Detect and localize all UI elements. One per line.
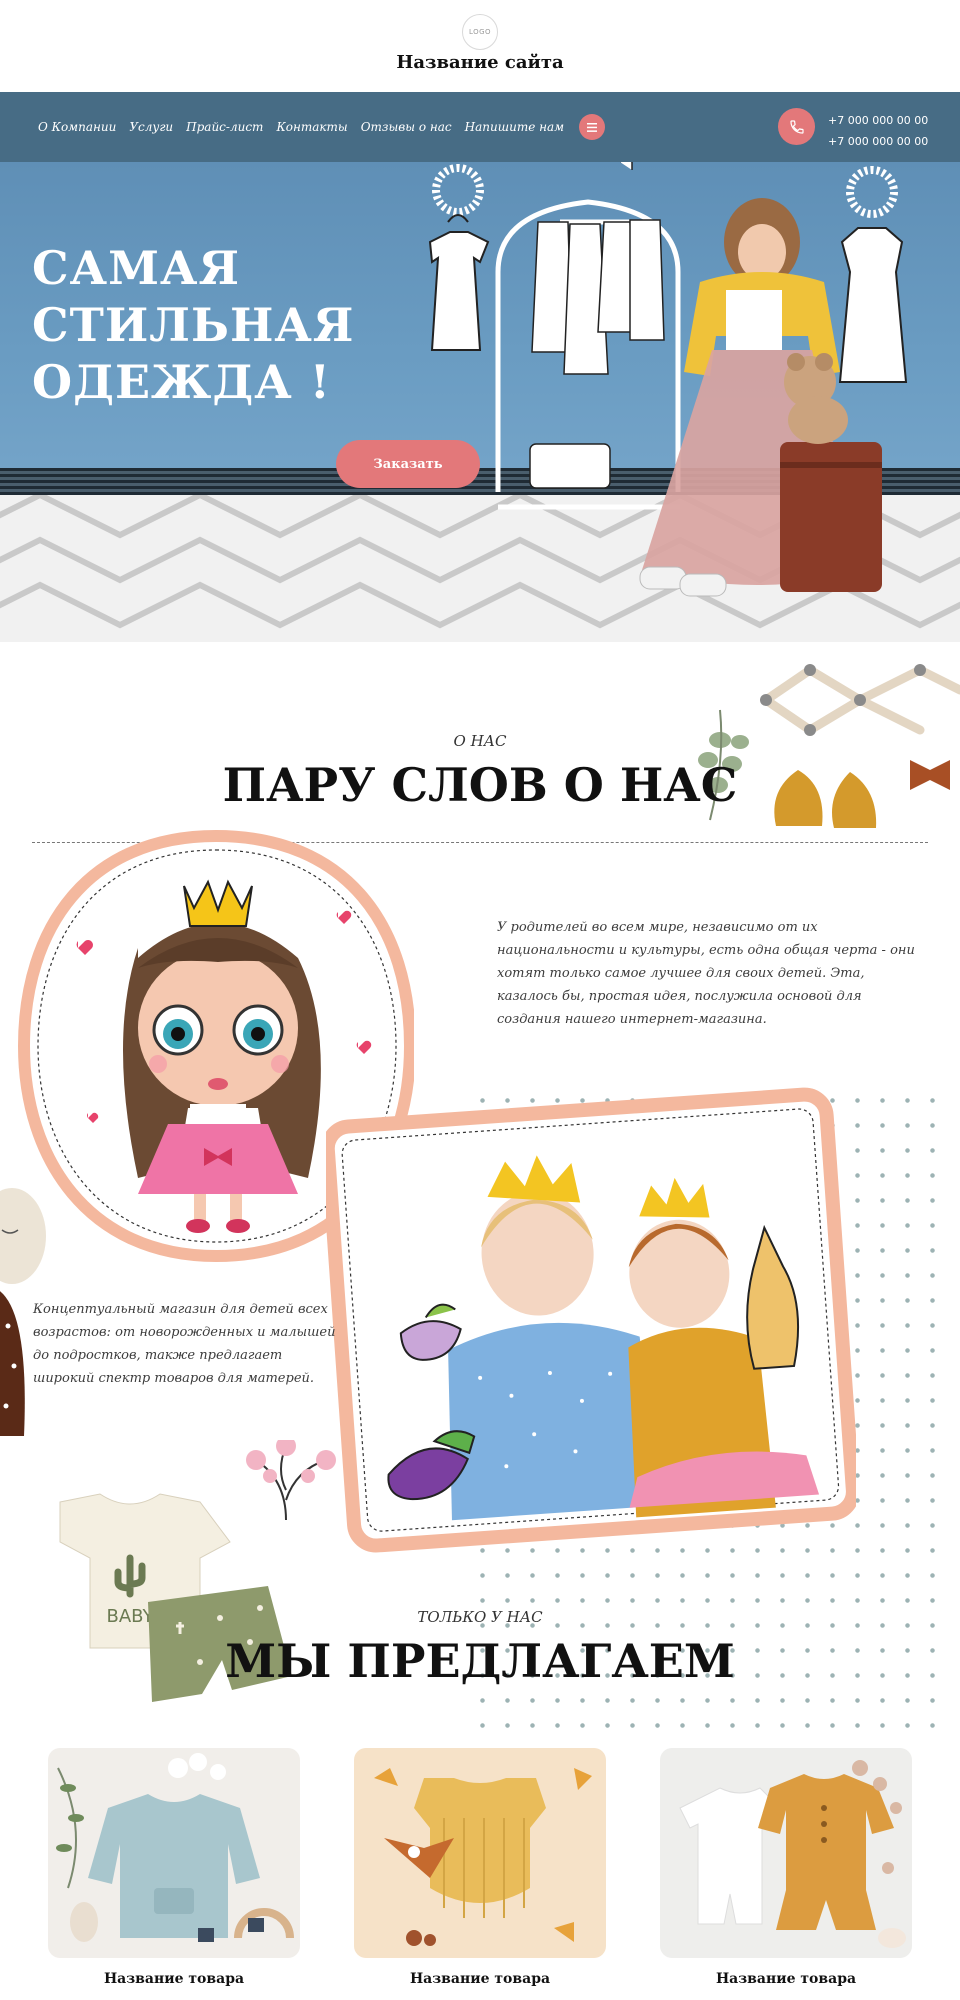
hamburger-icon[interactable]: [579, 114, 606, 140]
phone-number-2[interactable]: +7 000 000 00 00: [828, 131, 948, 152]
product-name[interactable]: Название товара: [48, 1971, 300, 1987]
about-text-2: Концептуальный магазин для детей всех во…: [33, 1302, 336, 1386]
kids-photo-frame: [326, 1087, 856, 1553]
nav-item-contacts[interactable]: Контакты: [276, 120, 347, 134]
phone-numbers: +7 000 000 00 00 +7 000 000 00 00: [828, 110, 948, 152]
product-image[interactable]: [48, 1748, 300, 1958]
site-title[interactable]: Название сайта: [0, 52, 960, 73]
product-name[interactable]: Название товара: [660, 1971, 912, 1987]
product-card[interactable]: Название товара: [660, 1748, 912, 1987]
product-card[interactable]: Название товара: [354, 1748, 606, 1987]
about-text-1: У родителей во всем мире, независимо от …: [497, 920, 915, 1027]
nav-item-company[interactable]: О Компании: [38, 120, 116, 134]
nav-item-reviews[interactable]: Отзывы о нас: [361, 120, 452, 134]
about-heading: ПАРУ СЛОВ О НАС: [222, 758, 738, 812]
product-name[interactable]: Название товара: [354, 1971, 606, 1987]
hero-banner: САМАЯ СТИЛЬНАЯ ОДЕЖДА ! Заказать: [0, 162, 960, 642]
site-logo[interactable]: LOGO: [462, 14, 498, 50]
hero-title-line-2: СТИЛЬНАЯ: [32, 298, 355, 352]
product-card[interactable]: Название товара: [48, 1748, 300, 1987]
phone-number-1[interactable]: +7 000 000 00 00: [828, 110, 948, 131]
offers-heading: МЫ ПРЕДЛАГАЕМ: [225, 1634, 735, 1688]
product-image[interactable]: [354, 1748, 606, 1958]
nav-item-price-list[interactable]: Прайс-лист: [186, 120, 263, 134]
top-header: LOGO Название сайта: [0, 0, 960, 92]
nav-item-services[interactable]: Услуги: [129, 120, 173, 134]
order-button[interactable]: Заказать: [336, 440, 480, 488]
nav-item-write-us[interactable]: Напишите нам: [465, 120, 564, 134]
main-navbar: О Компании Услуги Прайс-лист Контакты От…: [0, 92, 960, 162]
phone-icon[interactable]: [778, 108, 815, 145]
about-eyebrow: О НАС: [453, 732, 507, 750]
hero-title-line-3: ОДЕЖДА !: [32, 355, 331, 409]
offers-eyebrow: ТОЛЬКО У НАС: [417, 1608, 543, 1626]
hero-title-line-1: САМАЯ: [32, 241, 241, 295]
product-image[interactable]: [660, 1748, 912, 1958]
nav-menu: О Компании Услуги Прайс-лист Контакты От…: [38, 92, 606, 162]
hero-title: САМАЯ СТИЛЬНАЯ ОДЕЖДА !: [32, 240, 354, 411]
